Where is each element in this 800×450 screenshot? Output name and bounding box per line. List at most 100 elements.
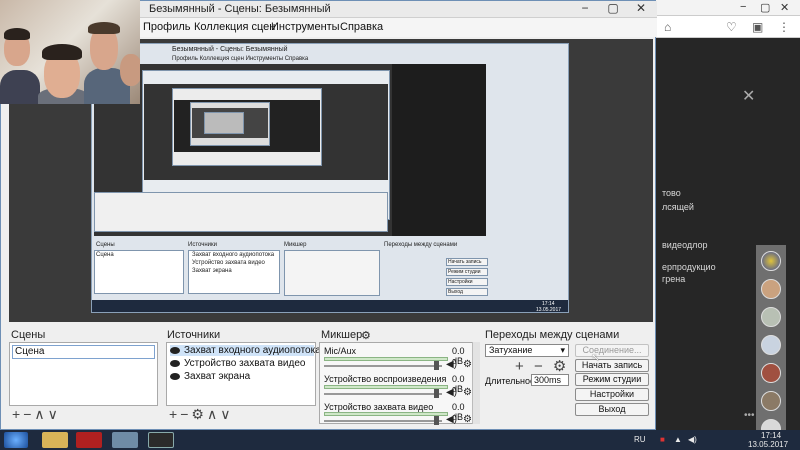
nested-dock [94,192,388,232]
explorer-icon[interactable] [42,432,68,448]
opera-icon[interactable] [76,432,102,448]
visibility-icon[interactable] [170,372,180,380]
exit-button[interactable]: Выход [575,403,649,416]
visibility-icon[interactable] [170,346,180,354]
transition-value: Затухание [489,345,533,355]
webcam-overlay [0,0,140,104]
move-down-button[interactable]: ∨ [220,406,233,422]
menu-tools[interactable]: Инструменты [271,21,340,33]
nested-mixer: Микшер [284,242,307,248]
gear-icon[interactable]: ⚙ [463,387,472,398]
source-item[interactable]: Устройство захвата видео [170,358,305,369]
lock-icon: ⌂ [664,20,672,34]
menu-scene-collection[interactable]: Коллекция сцен [194,21,275,33]
mixer-channel-name: Устройство воспроизведения [324,374,447,384]
stories-strip [756,245,786,450]
gear-icon[interactable]: ⚙ [463,414,472,425]
move-up-button[interactable]: ∧ [207,406,220,422]
nested-scene: Сцена [96,252,114,258]
settings-button[interactable]: Настройки [575,388,649,401]
transition-settings-icon[interactable]: ⚙ [553,358,569,375]
nested-button-label: Режим студии [448,269,481,275]
close-button[interactable]: ✕ [627,1,655,17]
sources-title: Источники [167,329,221,341]
window-title: Безымянный - Сцены: Безымянный [149,3,331,15]
minimize-icon[interactable]: − [740,1,746,13]
volume-slider[interactable] [324,393,442,395]
menu-icon[interactable]: ⋮ [778,20,790,34]
person-face [120,54,140,86]
visibility-icon[interactable] [170,359,180,367]
nested-button-label: Начать запись [448,259,482,265]
browser-toolbar: ⌂ ♡ ▣ ⋮ [656,16,800,38]
volume-slider[interactable] [324,365,442,367]
move-up-button[interactable]: ∧ [34,406,47,422]
menu-profile[interactable]: Профиль [143,21,191,33]
menu-help[interactable]: Справка [340,21,383,33]
mixer-title: Микшер [321,329,363,341]
transitions-title: Переходы между сценами [485,329,620,341]
story-avatar[interactable] [761,307,781,327]
heart-icon[interactable]: ♡ [726,20,737,34]
network-icon[interactable]: ▲ [674,435,682,444]
story-avatar[interactable] [761,251,781,271]
mixer-settings-icon[interactable]: ⚙ [361,329,371,342]
transition-select[interactable]: Затухание ▾ [485,344,569,357]
close-icon[interactable]: ✕ [742,86,755,106]
volume-icon[interactable]: ◀) [688,435,697,444]
person-shirt [0,70,40,104]
speaker-icon[interactable]: ◀) [446,359,457,370]
add-scene-button[interactable]: + [12,406,23,422]
person-hair [4,28,30,40]
volume-meter [324,357,448,361]
story-avatar[interactable] [761,391,781,411]
volume-meter [324,412,448,416]
nested-window [204,112,244,134]
duration-input[interactable]: 300ms [531,374,569,386]
gear-icon[interactable]: ⚙ [463,359,472,370]
add-transition-button[interactable]: + [515,358,527,375]
add-source-button[interactable]: + [169,406,180,422]
speaker-icon[interactable]: ◀) [446,414,457,425]
tray-icon[interactable]: ■ [660,435,665,444]
source-settings-icon[interactable]: ⚙ [191,406,207,422]
remove-scene-button[interactable]: − [23,406,34,422]
app-icon[interactable] [112,432,138,448]
move-down-button[interactable]: ∨ [48,406,61,422]
obs-icon[interactable] [148,432,174,448]
remove-transition-button[interactable]: − [534,358,546,375]
camera-icon[interactable] [761,335,781,355]
scenes-list[interactable]: Сцена [9,342,158,406]
nested-date: 13.05.2017 [536,307,562,313]
maximize-icon[interactable]: ▢ [760,1,770,14]
clock-time[interactable]: 17:14 [761,431,781,440]
source-item[interactable]: Захват входного аудиопотока [170,345,321,356]
minimize-button[interactable]: − [571,1,599,17]
story-avatar[interactable] [761,279,781,299]
extension-icon[interactable]: ▣ [752,20,763,34]
story-avatar[interactable] [761,363,781,383]
language-indicator[interactable]: RU [634,435,646,444]
studio-mode-button[interactable]: Режим студии [575,373,649,386]
slider-handle[interactable] [434,361,439,370]
studio-connect-button[interactable]: Соединение... [575,344,649,357]
speaker-icon[interactable]: ◀) [446,387,457,398]
slider-handle[interactable] [434,389,439,398]
source-label: Захват входного аудиопотока [184,345,321,356]
sources-list[interactable]: Захват входного аудиопотока Устройство з… [166,342,321,406]
maximize-button[interactable]: ▢ [599,1,627,17]
start-recording-button[interactable]: Начать запись [575,359,649,372]
more-icon[interactable]: ••• [744,410,755,421]
scene-item[interactable]: Сцена [12,345,155,359]
remove-source-button[interactable]: − [180,406,191,422]
volume-slider[interactable] [324,420,442,422]
start-button[interactable] [4,432,28,448]
nested-src: Устройство захвата видео [192,260,265,266]
slider-handle[interactable] [434,416,439,425]
close-icon[interactable]: ✕ [780,1,789,14]
clock-date[interactable]: 13.05.2017 [748,440,788,449]
mixer-scrollbar[interactable] [472,342,480,424]
source-item[interactable]: Захват экрана [170,371,250,382]
page-text: грена [662,274,686,284]
nested-button-label: Выход [448,289,463,295]
